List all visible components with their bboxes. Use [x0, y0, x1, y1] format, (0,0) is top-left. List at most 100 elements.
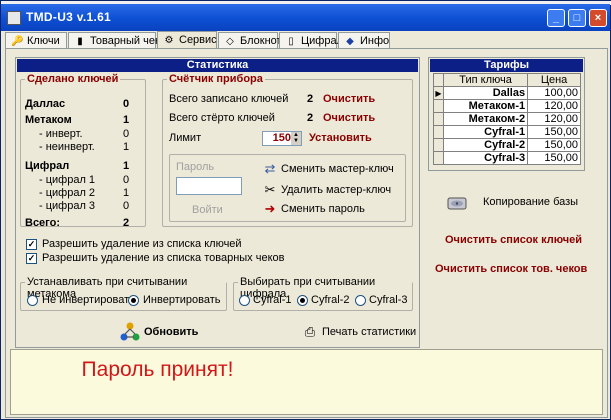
col-price[interactable]: Цена	[527, 73, 581, 87]
tab-info[interactable]: ◆ Инфо	[338, 32, 390, 49]
radio-cyfral-1[interactable]	[239, 295, 250, 306]
device-counter-group: Счётчик прибора Всего записано ключей 2 …	[162, 73, 413, 227]
maximize-button[interactable]: □	[568, 9, 586, 27]
tab-notepad[interactable]: ◇ Блокнот	[218, 32, 282, 49]
metakom-value: 1	[122, 114, 130, 126]
close-button[interactable]: ×	[589, 9, 607, 27]
tariffs-header: Тарифы	[430, 59, 583, 72]
tab-receipt[interactable]: ▮ Товарный чек	[68, 32, 160, 49]
price-cell[interactable]: 150,00	[527, 151, 581, 165]
row-marker	[433, 138, 444, 152]
limit-value: 150	[272, 132, 291, 144]
noninvert-value: 1	[122, 141, 130, 153]
master-key-change-icon: ⇄	[264, 161, 276, 176]
tab-bar: 🔑 Ключи ▮ Товарный чек ⚙ Сервис ◇ Блокнот ▯ Ц…	[1, 31, 610, 50]
set-limit-button[interactable]: Установить	[309, 132, 372, 144]
cyfral1-label: - цифрал 1	[39, 174, 96, 186]
metakom-label: Метаком	[25, 114, 72, 126]
tariffs-table[interactable]: Тип ключа Цена ▶ Dallas 100,00 Метаком-1 12…	[433, 73, 581, 165]
login-button[interactable]: Войти	[192, 204, 223, 216]
key-type-cell[interactable]: Метаком-2	[442, 112, 529, 126]
allow-delete-receipts-checkbox[interactable]: ✓	[26, 253, 37, 264]
col-key-type[interactable]: Тип ключа	[442, 73, 529, 87]
receipt-icon: ▮	[77, 36, 83, 47]
spin-arrows-icon[interactable]: ▲ ▼	[291, 132, 301, 145]
tab-label: Блокнот	[240, 35, 282, 47]
title-bar[interactable]: TMD-U3 v.1.61 _ □ ×	[1, 4, 610, 31]
made-keys-title: Сделано ключей	[25, 73, 121, 85]
change-master-key-button[interactable]: Сменить мастер-ключ	[281, 163, 394, 175]
refresh-button[interactable]: Обновить	[144, 326, 198, 338]
copy-database-button[interactable]: Копирование базы	[483, 196, 578, 208]
print-stats-button[interactable]: Печать статистики	[322, 326, 416, 338]
key-type-cell[interactable]: Dallas	[442, 86, 529, 100]
made-keys-group: Сделано ключей Даллас 0 Метаком 1 - инве…	[20, 73, 146, 229]
counter-title: Счётчик прибора	[167, 73, 265, 85]
printer-icon: ⎙	[304, 324, 316, 339]
window-title: TMD-U3 v.1.61	[26, 10, 112, 24]
tariffs-frame: Тарифы Тип ключа Цена ▶ Dallas 100,00 Мета…	[428, 57, 585, 171]
tab-label: Цифрал	[301, 35, 343, 47]
total-label: Всего:	[25, 217, 60, 229]
table-row[interactable]: Cyfral-1 150,00	[433, 125, 581, 139]
row-marker	[433, 99, 444, 113]
price-cell[interactable]: 120,00	[527, 99, 581, 113]
invert-value: 0	[122, 128, 130, 140]
radio-cyfral-1-label: Cyfral-1	[253, 294, 292, 306]
allow-delete-keys-label: Разрешить удаление из списка ключей	[42, 238, 242, 250]
tab-label: Сервис	[179, 34, 217, 46]
table-row[interactable]: Метаком-2 120,00	[433, 112, 581, 126]
price-cell[interactable]: 120,00	[527, 112, 581, 126]
tab-label: Инфо	[360, 35, 390, 47]
dallas-value: 0	[122, 98, 130, 110]
allow-delete-receipts-label: Разрешить удаление из списка товарных че…	[42, 252, 285, 264]
clear-keys-list-button[interactable]: Очистить список ключей	[445, 234, 582, 246]
password-input[interactable]	[176, 177, 242, 195]
radio-invert[interactable]	[128, 295, 139, 306]
table-header-row: Тип ключа Цена	[433, 73, 581, 87]
row-marker	[433, 151, 444, 165]
erased-label: Всего стёрто ключей	[169, 112, 275, 124]
key-type-cell[interactable]: Метаком-1	[442, 99, 529, 113]
radio-cyfral-2[interactable]	[297, 295, 308, 306]
key-type-cell[interactable]: Cyfral-2	[442, 138, 529, 152]
price-cell[interactable]: 150,00	[527, 125, 581, 139]
book-icon: ◆	[346, 36, 354, 47]
allow-delete-keys-checkbox[interactable]: ✓	[26, 239, 37, 250]
cyfral2-label: - цифрал 2	[39, 187, 96, 199]
app-icon	[7, 11, 21, 25]
radio-no-invert[interactable]	[27, 295, 38, 306]
change-password-button[interactable]: Сменить пароль	[281, 203, 365, 215]
table-row[interactable]: Метаком-1 120,00	[433, 99, 581, 113]
table-row[interactable]: ▶ Dallas 100,00	[433, 86, 581, 100]
table-row[interactable]: Cyfral-2 150,00	[433, 138, 581, 152]
clear-written-button[interactable]: Очистить	[323, 93, 375, 105]
radio-cyfral-3[interactable]	[355, 295, 366, 306]
written-value: 2	[306, 93, 314, 105]
total-value: 2	[122, 217, 130, 229]
tab-label: Ключи	[27, 35, 60, 47]
scissors-icon: ✂	[264, 182, 276, 197]
price-cell[interactable]: 100,00	[527, 86, 581, 100]
tab-label: Товарный чек	[90, 35, 160, 47]
tab-cyfral[interactable]: ▯ Цифрал	[279, 32, 343, 49]
limit-stepper[interactable]: 150 ▲ ▼	[262, 131, 302, 146]
arrow-right-icon: ➜	[264, 201, 276, 216]
cyfral3-value: 0	[122, 200, 130, 212]
tab-keys[interactable]: 🔑 Ключи	[5, 32, 67, 49]
delete-master-key-button[interactable]: Удалить мастер-ключ	[281, 184, 391, 196]
table-row[interactable]: Cyfral-3 150,00	[433, 151, 581, 165]
cyfral3-label: - цифрал 3	[39, 200, 96, 212]
invert-label: - инверт.	[39, 128, 83, 140]
service-panel: Статистика Сделано ключей Даллас 0 Метак…	[5, 48, 608, 418]
clear-receipts-list-button[interactable]: Очистить список тов. чеков	[435, 263, 587, 275]
clear-erased-button[interactable]: Очистить	[323, 112, 375, 124]
key-type-cell[interactable]: Cyfral-3	[442, 151, 529, 165]
cyfral-value: 1	[122, 160, 130, 172]
price-cell[interactable]: 150,00	[527, 138, 581, 152]
key-type-cell[interactable]: Cyfral-1	[442, 125, 529, 139]
refresh-icon	[120, 322, 140, 342]
device-icon: ▯	[288, 36, 294, 47]
minimize-button[interactable]: _	[547, 9, 565, 27]
written-label: Всего записано ключей	[169, 93, 289, 105]
